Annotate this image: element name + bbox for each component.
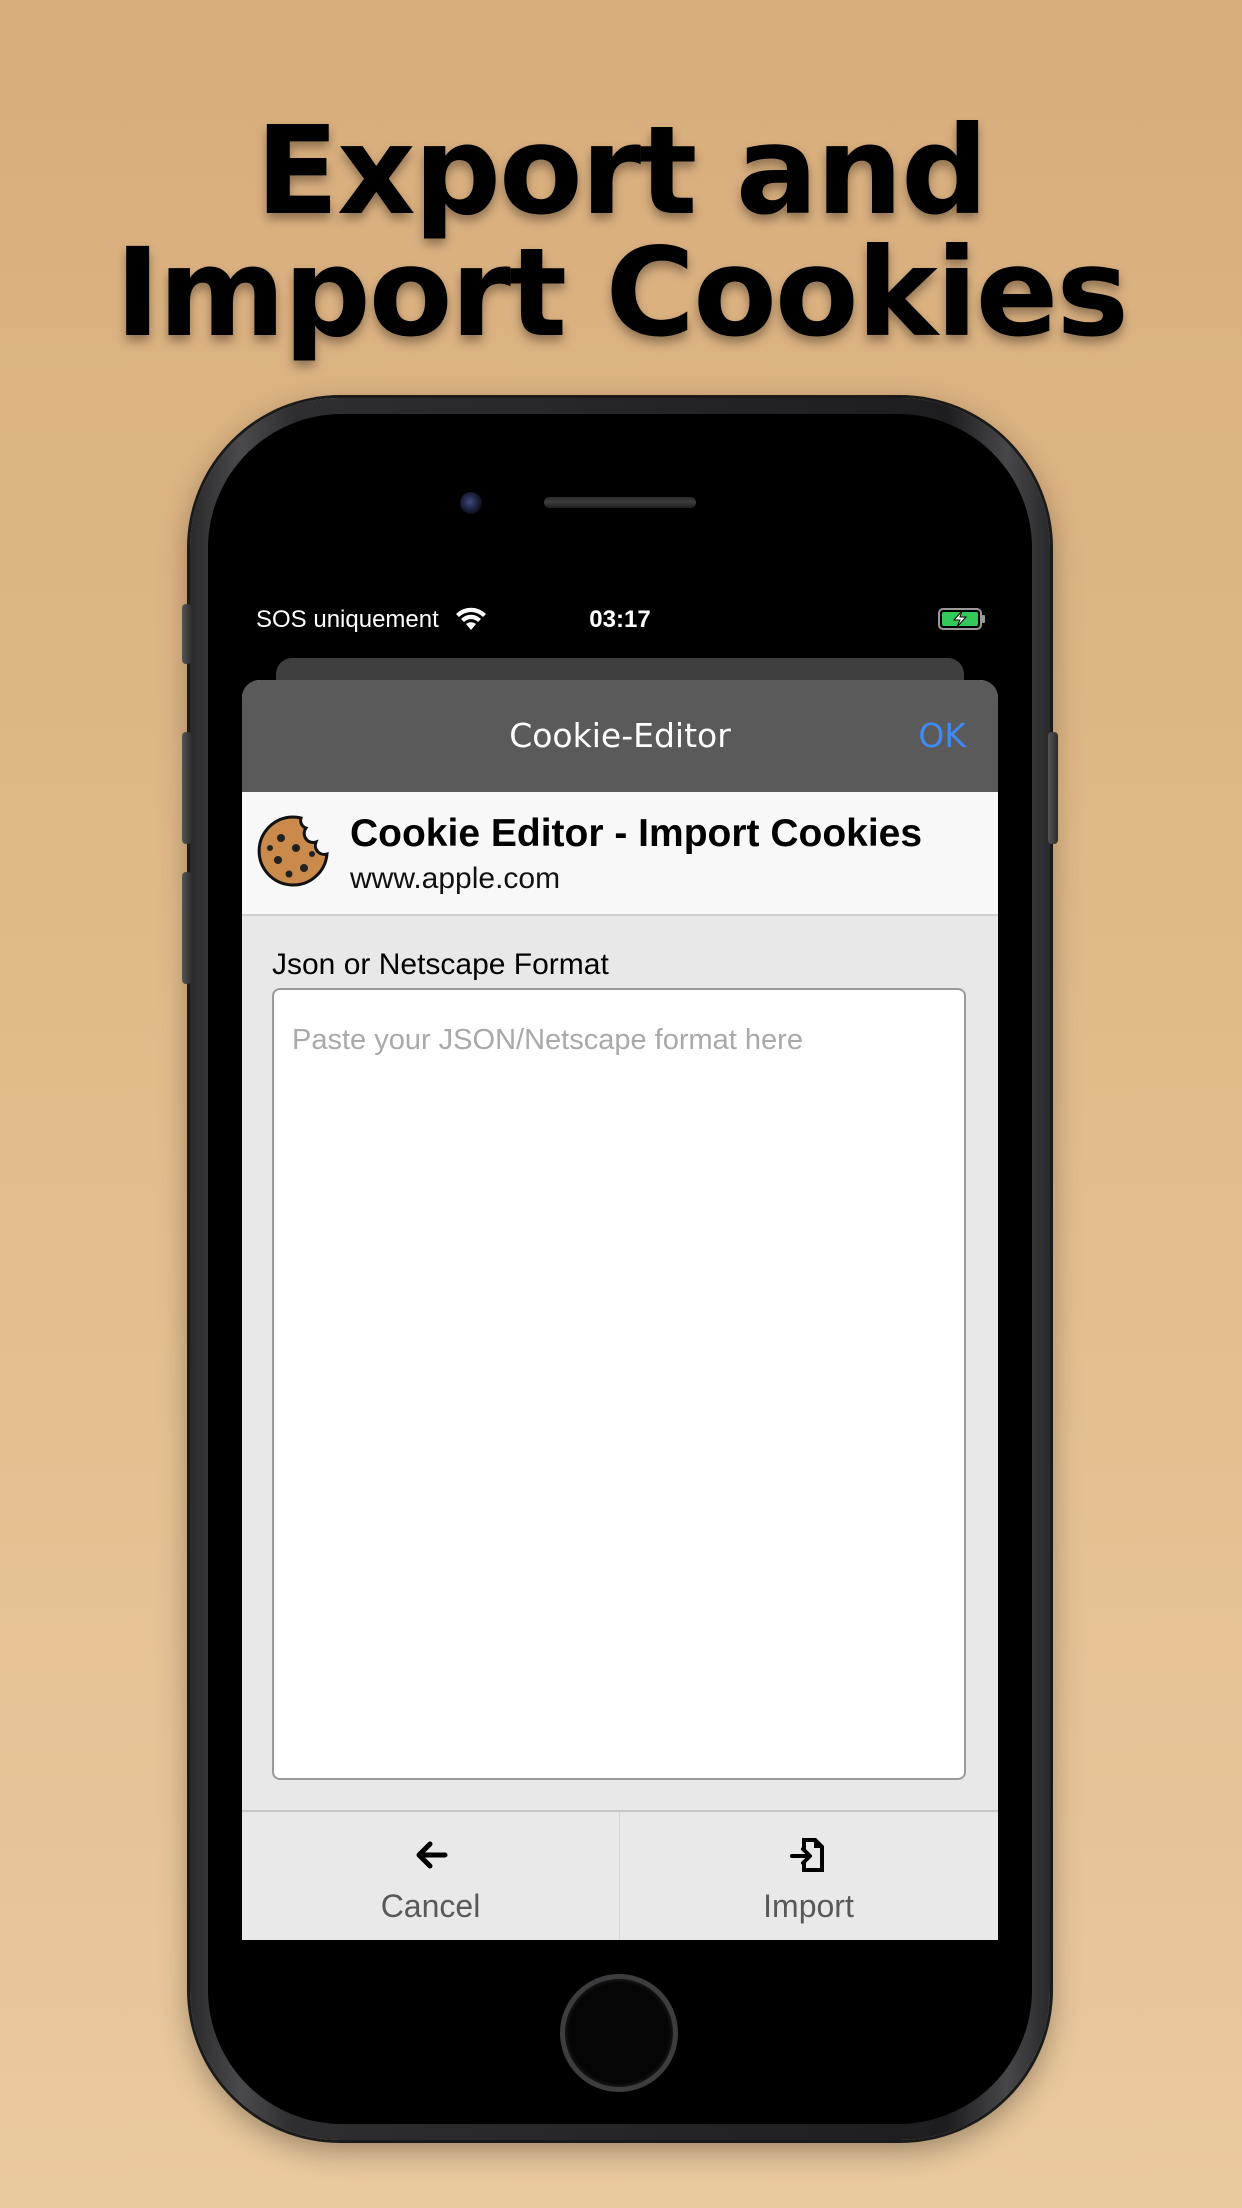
cancel-label: Cancel [380,1888,481,1924]
cookie-editor-sheet: Cookie-Editor OK Cookie Editor - Import … [242,680,998,1940]
nav-bar: Cookie-Editor OK [242,680,998,792]
status-time: 03:17 [589,606,651,633]
file-import-icon [790,1838,824,1872]
power-button [1048,732,1058,844]
front-camera [460,492,482,514]
import-button[interactable]: Import [620,1812,997,1940]
bottom-toolbar: Cancel Import [242,1810,998,1940]
headline-line-2: Import Cookies [114,222,1129,364]
import-label: Import [763,1888,854,1924]
volume-up-button [182,732,192,844]
nav-title: Cookie-Editor [509,716,731,755]
app-title: Cookie Editor - Import Cookies [350,812,923,855]
phone-screen: SOS uniquement 03:17 Cookie-Editor OK Co… [242,594,998,1940]
arrow-left-icon [416,1841,448,1869]
cancel-button[interactable]: Cancel [242,1812,620,1940]
format-label: Json or Netscape Format [272,948,609,981]
volume-down-button [182,872,192,984]
app-domain: www.apple.com [350,862,561,895]
cookie-data-input[interactable] [272,988,966,1780]
silent-switch [182,604,192,664]
headline: Export and Import Cookies [0,110,1242,354]
app-header: Cookie Editor - Import Cookies www.apple… [242,792,998,916]
earpiece-speaker [544,497,696,508]
headline-line-1: Export and [255,100,989,242]
ok-button[interactable]: OK [918,716,966,755]
home-button[interactable] [560,1974,678,2092]
cookie-icon [257,815,329,887]
status-bar: SOS uniquement 03:17 [242,594,998,646]
battery-charging-icon [938,608,985,630]
